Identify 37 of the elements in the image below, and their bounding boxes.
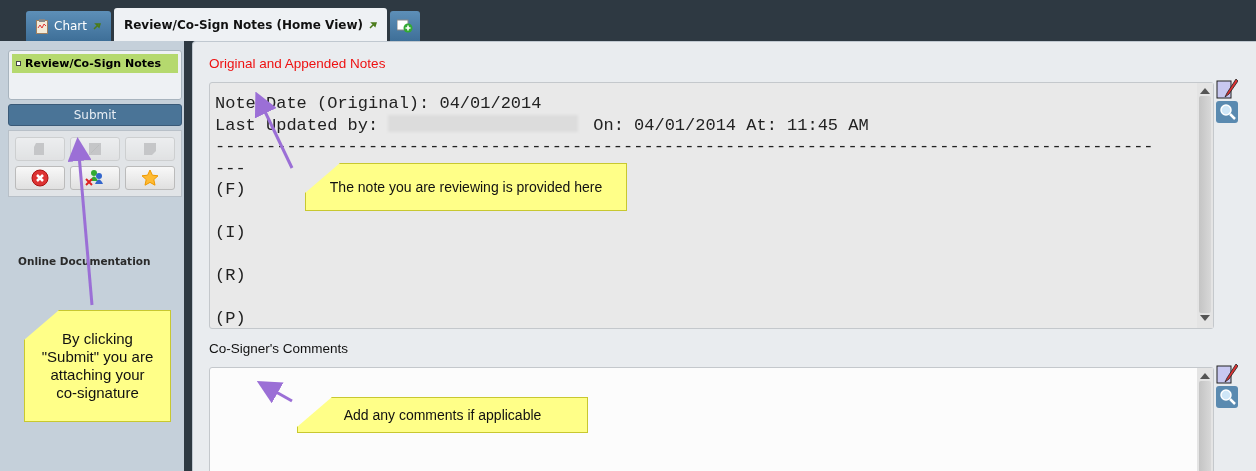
pin-icon[interactable] [369, 20, 377, 29]
arrow [256, 381, 293, 404]
note-line: On: 04/01/2014 At: 11:45 AM [593, 114, 869, 136]
zoom-icon[interactable] [1216, 386, 1238, 408]
tab[interactable]: Review/Co-Sign Notes (Home View) [114, 8, 387, 41]
section-title: Co-Signer's Comments [209, 341, 350, 358]
sidebar-item-label: Review/Co-Sign Notes [25, 57, 161, 70]
toolbar-button[interactable] [15, 166, 65, 190]
scrollbar[interactable] [1197, 83, 1213, 328]
callout-note: The note you are reviewing is provided here [305, 163, 627, 211]
add-tab-button[interactable] [390, 11, 420, 41]
note-line: (I) [215, 222, 246, 244]
note-line: (F) [215, 179, 246, 201]
add-page-icon [397, 19, 413, 33]
sidebar-item[interactable]: Review/Co-Sign Notes [12, 54, 178, 73]
clipboard-icon [36, 18, 48, 34]
edit-icon[interactable] [1216, 363, 1238, 385]
section-title: Original and Appended Notes [209, 56, 387, 73]
note-icon [143, 142, 157, 156]
separator-line: -------------------------------------------------------------------------------------------- [215, 136, 1154, 158]
scrollbar[interactable] [1197, 368, 1213, 471]
star-icon [141, 169, 159, 187]
callout-note: By clicking "Submit" you are attaching your co-signature [24, 310, 171, 422]
submit-button[interactable]: Submit [8, 104, 182, 126]
note-line: (R) [215, 265, 246, 287]
bullet-icon [16, 61, 21, 66]
toolbar-button[interactable] [70, 166, 120, 190]
tab[interactable]: Chart [26, 11, 111, 41]
note-line: (P) [215, 308, 246, 330]
separator-line: --- [215, 157, 246, 179]
page-icon [87, 141, 103, 157]
people-icon [85, 169, 105, 187]
online-documentation-link[interactable]: Online Documentation [18, 255, 184, 267]
cancel-icon [31, 169, 49, 187]
callout-note: Add any comments if applicable [297, 397, 588, 433]
zoom-icon[interactable] [1216, 101, 1238, 123]
edit-icon[interactable] [1216, 78, 1238, 100]
